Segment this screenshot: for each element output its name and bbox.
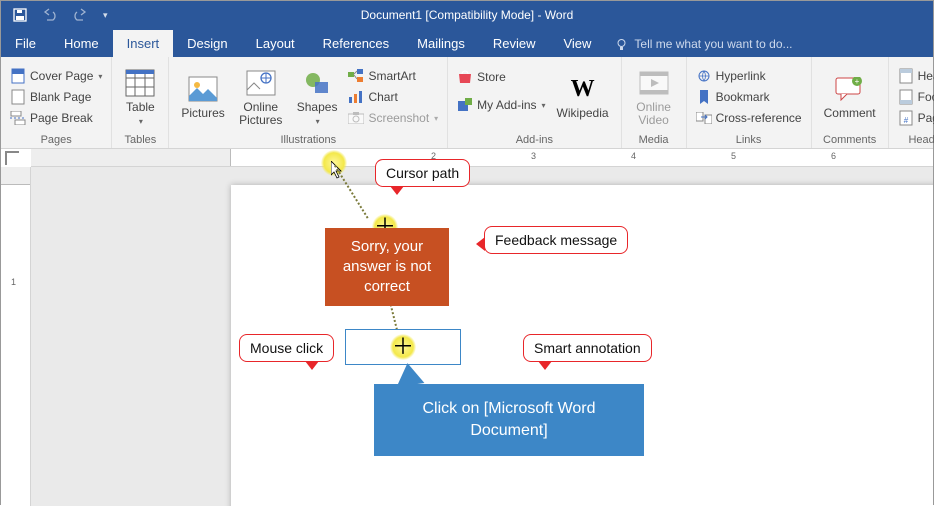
page-number-button[interactable]: #Page Number▾ xyxy=(895,108,934,128)
online-video-button[interactable]: Online Video xyxy=(628,61,680,133)
tab-view[interactable]: View xyxy=(549,30,605,57)
group-label-illustrations: Illustrations xyxy=(175,133,441,146)
ruler-horizontal[interactable]: 1 2 3 4 5 6 xyxy=(31,149,933,167)
chart-button[interactable]: Chart xyxy=(345,87,441,107)
chart-icon xyxy=(348,89,364,105)
undo-icon[interactable] xyxy=(41,8,59,22)
wikipedia-button[interactable]: WWikipedia xyxy=(551,61,615,133)
crossref-icon xyxy=(696,110,712,126)
hyperlink-icon xyxy=(696,68,712,84)
my-addins-button[interactable]: My Add-ins▾ xyxy=(454,95,548,115)
group-links: Hyperlink Bookmark Cross-reference Links xyxy=(687,57,812,148)
shapes-button[interactable]: Shapes▾ xyxy=(291,61,344,133)
callout-cursor-path: Cursor path xyxy=(375,159,470,187)
group-pages: Cover Page▾ Blank Page Page Break Pages xyxy=(1,57,112,148)
title-bar: ▾ Document1 [Compatibility Mode] - Word xyxy=(1,1,933,29)
callout-smart-annotation: Smart annotation xyxy=(523,334,652,362)
group-label-links: Links xyxy=(693,133,805,146)
instruction-tail xyxy=(394,361,425,387)
hyperlink-button[interactable]: Hyperlink xyxy=(693,66,805,86)
comment-button[interactable]: +Comment xyxy=(818,61,882,133)
tell-me-label: Tell me what you want to do... xyxy=(634,37,792,51)
group-tables: Table▾ Tables xyxy=(112,57,169,148)
chevron-down-icon: ▾ xyxy=(139,117,143,126)
callout-mouse-click: Mouse click xyxy=(239,334,334,362)
qat-dropdown-icon[interactable]: ▾ xyxy=(103,10,108,21)
store-button[interactable]: Store xyxy=(454,67,548,87)
ribbon: Cover Page▾ Blank Page Page Break Pages … xyxy=(1,57,933,149)
store-icon xyxy=(457,69,473,85)
svg-text:#: # xyxy=(903,116,908,125)
tab-insert[interactable]: Insert xyxy=(113,30,174,57)
highlight-spot xyxy=(390,334,416,360)
ruler-vertical[interactable]: 1 xyxy=(1,167,31,506)
lightbulb-icon xyxy=(615,38,628,51)
tab-file[interactable]: File xyxy=(1,30,50,57)
group-label-tables: Tables xyxy=(118,133,162,146)
online-pictures-icon xyxy=(245,67,277,99)
pictures-button[interactable]: Pictures xyxy=(175,61,230,133)
ribbon-tabs: File Home Insert Design Layout Reference… xyxy=(1,29,933,57)
save-icon[interactable] xyxy=(13,8,27,22)
video-icon xyxy=(638,67,670,99)
chevron-down-icon: ▾ xyxy=(434,114,438,123)
bookmark-icon xyxy=(696,89,712,105)
tab-references[interactable]: References xyxy=(309,30,403,57)
pictures-icon xyxy=(187,73,219,105)
shapes-icon xyxy=(301,67,333,99)
blank-page-button[interactable]: Blank Page xyxy=(7,87,105,107)
redo-icon[interactable] xyxy=(73,8,89,22)
group-media: Online Video Media xyxy=(622,57,687,148)
window-title: Document1 [Compatibility Mode] - Word xyxy=(361,8,574,22)
screenshot-button[interactable]: Screenshot▾ xyxy=(345,108,441,128)
group-illustrations: Pictures Online Pictures Shapes▾ SmartAr… xyxy=(169,57,448,148)
footer-button[interactable]: Footer▾ xyxy=(895,87,934,107)
group-addins: Store My Add-ins▾ WWikipedia Add-ins xyxy=(448,57,621,148)
group-label-hf: Header & Footer xyxy=(895,133,934,146)
screenshot-icon xyxy=(348,110,364,126)
chevron-down-icon: ▾ xyxy=(542,101,546,110)
page-number-icon: # xyxy=(898,110,914,126)
smartart-icon xyxy=(348,68,364,84)
tab-review[interactable]: Review xyxy=(479,30,550,57)
cover-page-button[interactable]: Cover Page▾ xyxy=(7,66,105,86)
tab-layout[interactable]: Layout xyxy=(242,30,309,57)
tab-home[interactable]: Home xyxy=(50,30,113,57)
group-comments: +Comment Comments xyxy=(812,57,889,148)
group-header-footer: Header▾ Footer▾ #Page Number▾ Header & F… xyxy=(889,57,934,148)
page-break-icon xyxy=(10,110,26,126)
smartart-button[interactable]: SmartArt xyxy=(345,66,441,86)
header-button[interactable]: Header▾ xyxy=(895,66,934,86)
page-break-button[interactable]: Page Break xyxy=(7,108,105,128)
footer-icon xyxy=(898,89,914,105)
instruction-box: Click on [Microsoft Word Document] xyxy=(374,384,644,456)
feedback-message-box: Sorry, your answer is not correct xyxy=(325,228,449,306)
callout-feedback: Feedback message xyxy=(484,226,628,254)
chevron-down-icon: ▾ xyxy=(98,72,102,81)
table-button[interactable]: Table▾ xyxy=(118,61,162,133)
group-label-comments: Comments xyxy=(818,133,882,146)
tab-design[interactable]: Design xyxy=(173,30,241,57)
group-label-pages: Pages xyxy=(7,133,105,146)
group-label-media: Media xyxy=(628,133,680,146)
bookmark-button[interactable]: Bookmark xyxy=(693,87,805,107)
blank-page-icon xyxy=(10,89,26,105)
online-pictures-button[interactable]: Online Pictures xyxy=(233,61,289,133)
tell-me[interactable]: Tell me what you want to do... xyxy=(605,31,802,57)
table-icon xyxy=(124,67,156,99)
chevron-down-icon: ▾ xyxy=(316,117,320,126)
wikipedia-icon: W xyxy=(567,73,599,105)
cover-page-icon xyxy=(10,68,26,84)
ruler-corner-icon xyxy=(5,151,19,165)
addins-icon xyxy=(457,97,473,113)
crossref-button[interactable]: Cross-reference xyxy=(693,108,805,128)
svg-text:+: + xyxy=(854,77,859,86)
header-icon xyxy=(898,68,914,84)
comment-icon: + xyxy=(834,73,866,105)
tab-mailings[interactable]: Mailings xyxy=(403,30,479,57)
group-label-addins: Add-ins xyxy=(454,133,614,146)
